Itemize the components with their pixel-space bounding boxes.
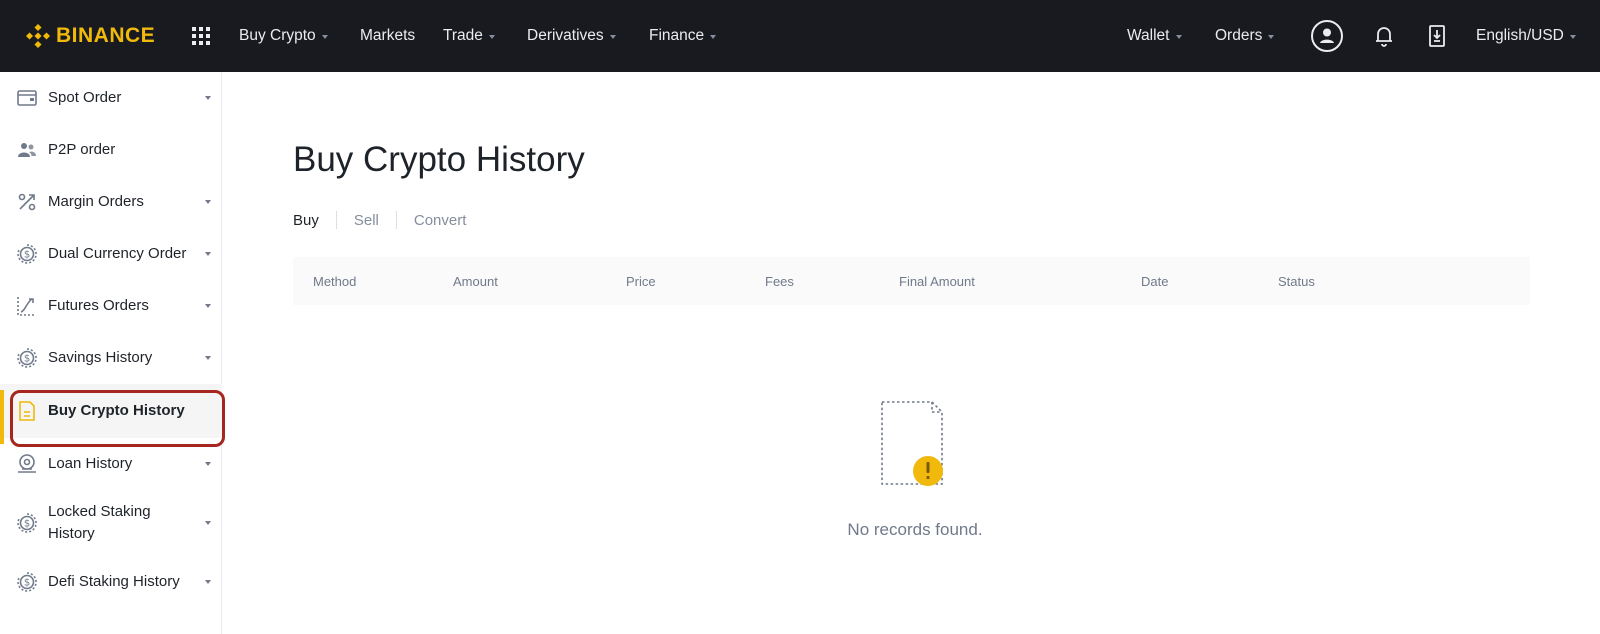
nav-trade[interactable]: Trade (443, 0, 495, 72)
svg-text:$: $ (24, 578, 30, 589)
binance-logo[interactable]: BINANCE (26, 0, 155, 72)
nav-wallet-label: Wallet (1127, 27, 1170, 44)
tab-convert[interactable]: Convert (414, 212, 467, 229)
column-header-fees: Fees (765, 273, 794, 289)
brand-name: BINANCE (56, 24, 156, 47)
empty-state-message: No records found. (847, 520, 983, 539)
chevron-down-icon (609, 34, 616, 39)
chevron-down-icon (205, 356, 211, 360)
dollar-coin-icon: $ (16, 512, 38, 534)
orders-sidebar: Spot Order P2P order Margin Orders $ Dua… (0, 72, 222, 634)
nav-orders[interactable]: Orders (1215, 0, 1275, 72)
users-icon (16, 139, 38, 161)
bell-icon[interactable] (1372, 0, 1396, 72)
chevron-down-icon (205, 96, 211, 100)
chevron-down-icon (205, 580, 211, 584)
sidebar-item-loan-history[interactable]: Loan History (0, 438, 222, 490)
column-header-status: Status (1278, 273, 1315, 289)
svg-text:$: $ (24, 250, 30, 261)
chevron-down-icon (1268, 34, 1275, 39)
language-currency-selector[interactable]: English/USD (1476, 0, 1576, 72)
sidebar-item-label: Margin Orders (48, 193, 144, 210)
user-circle-icon[interactable] (1309, 0, 1345, 72)
chevron-down-icon (710, 34, 717, 39)
sidebar-item-label: Defi Staking History (48, 573, 180, 590)
nav-orders-label: Orders (1215, 27, 1263, 44)
chevron-down-icon (205, 200, 211, 204)
table-header: Method Amount Price Fees Final Amount Da… (293, 257, 1530, 305)
svg-text:$: $ (24, 354, 30, 365)
chevron-down-icon (1175, 34, 1182, 39)
nav-markets[interactable]: Markets (360, 0, 415, 72)
sidebar-item-label: Dual Currency Order (48, 245, 187, 262)
futures-chart-icon (16, 295, 38, 317)
history-tabs: Buy Sell Convert (293, 208, 466, 232)
nav-wallet[interactable]: Wallet (1127, 0, 1182, 72)
empty-document-warning-icon (881, 401, 943, 486)
sidebar-item-futures-orders[interactable]: Futures Orders (0, 280, 222, 332)
language-label: English/USD (1476, 27, 1564, 44)
sidebar-item-dual-currency-order[interactable]: $ Dual Currency Order (0, 228, 222, 280)
chevron-down-icon (205, 462, 211, 466)
column-header-method: Method (313, 273, 357, 289)
binance-diamond-icon (26, 24, 50, 48)
dollar-coin-icon: $ (16, 571, 38, 593)
document-icon (16, 400, 38, 422)
column-header-date: Date (1141, 273, 1169, 289)
nav-derivatives[interactable]: Derivatives (527, 0, 616, 72)
svg-text:$: $ (24, 519, 30, 530)
column-header-amount: Amount (453, 273, 498, 289)
dollar-coin-icon: $ (16, 347, 38, 369)
sidebar-item-label: Spot Order (48, 89, 122, 106)
dollar-coin-icon: $ (16, 243, 38, 265)
nav-finance-label: Finance (649, 27, 705, 44)
sidebar-item-defi-staking-history[interactable]: $ Defi Staking History (0, 556, 222, 608)
sidebar-item-savings-history[interactable]: $ Savings History (0, 332, 222, 384)
sidebar-item-label: P2P order (48, 141, 116, 158)
loan-icon (16, 453, 38, 475)
chevron-down-icon (1569, 34, 1576, 39)
nav-trade-label: Trade (443, 27, 483, 44)
chevron-down-icon (488, 34, 495, 39)
active-item-indicator (0, 390, 4, 444)
nav-buy-crypto[interactable]: Buy Crypto (239, 0, 328, 72)
column-header-price: Price (626, 273, 656, 289)
tab-buy[interactable]: Buy (293, 212, 319, 229)
sidebar-item-locked-staking-history[interactable]: $ Locked Staking History (0, 490, 222, 556)
sidebar-item-label: Savings History (48, 349, 153, 366)
sidebar-item-buy-crypto-history[interactable]: Buy Crypto History (0, 384, 222, 438)
tab-divider (395, 211, 397, 229)
apps-grid-icon[interactable] (189, 0, 213, 72)
percent-icon (16, 191, 38, 213)
sidebar-item-p2p-order[interactable]: P2P order (0, 124, 222, 176)
chevron-down-icon (205, 521, 211, 525)
nav-markets-label: Markets (360, 27, 416, 44)
tab-divider (335, 211, 337, 229)
nav-derivatives-label: Derivatives (527, 27, 604, 44)
column-header-final-amount: Final Amount (899, 273, 975, 289)
chevron-down-icon (321, 34, 328, 39)
nav-buy-crypto-label: Buy Crypto (239, 27, 316, 44)
tab-sell[interactable]: Sell (354, 212, 379, 229)
sidebar-item-label: Loan History (48, 455, 133, 472)
sidebar-item-margin-orders[interactable]: Margin Orders (0, 176, 222, 228)
page-title: Buy Crypto History (293, 140, 585, 179)
sidebar-item-label: Futures Orders (48, 297, 149, 314)
sidebar-item-spot-order[interactable]: Spot Order (0, 72, 222, 124)
chevron-down-icon (205, 304, 211, 308)
top-navigation-bar: BINANCE Buy Crypto Markets Trade Derivat… (0, 0, 1600, 72)
nav-finance[interactable]: Finance (649, 0, 717, 72)
sidebar-item-label: Buy Crypto History (48, 402, 185, 419)
chevron-down-icon (205, 252, 211, 256)
wallet-card-icon (16, 87, 38, 109)
download-icon[interactable] (1426, 0, 1448, 72)
sidebar-item-label: Locked Staking History (48, 503, 151, 542)
